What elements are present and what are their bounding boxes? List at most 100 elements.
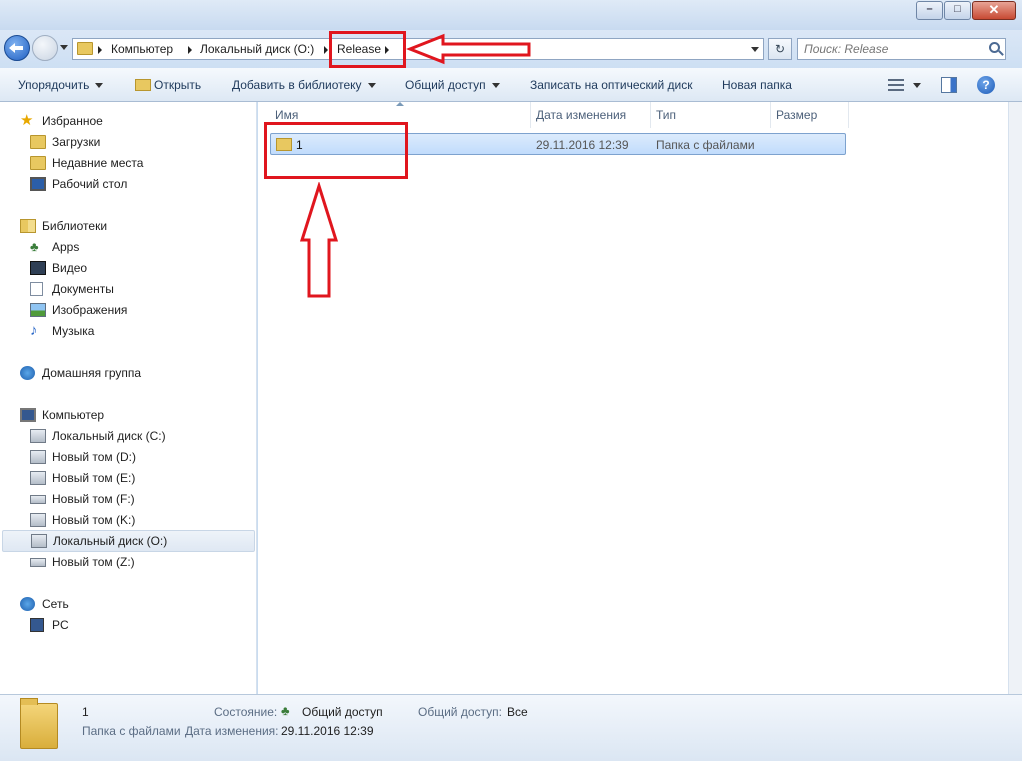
search-box[interactable] [797,38,1006,60]
nav-network[interactable]: Сеть [20,594,220,614]
folder-icon [77,42,93,55]
view-dropdown-icon[interactable] [913,83,921,88]
add-to-library-button[interactable]: Добавить в библиотеку [232,78,376,92]
chevron-down-icon [95,83,104,89]
nav-item-downloads[interactable]: Загрузки [30,132,230,152]
network-icon [20,597,35,611]
breadcrumb-drive-o[interactable]: Локальный диск (O:) [200,42,314,56]
column-header-size[interactable]: Размер [776,108,817,122]
vertical-scrollbar[interactable] [1008,102,1022,694]
search-input[interactable] [804,41,979,57]
minimize-button[interactable]: – [916,1,943,20]
details-date-value: 29.11.2016 12:39 [281,724,374,738]
nav-item-apps[interactable]: ♣ Apps [30,237,230,257]
details-share-value: Все [507,705,528,719]
help-icon[interactable]: ? [977,76,995,94]
open-folder-icon [135,79,151,91]
view-options-icon[interactable] [888,79,904,91]
nav-item-label: Локальный диск (C:) [52,429,166,443]
column-divider[interactable] [650,102,651,128]
documents-icon [30,282,43,296]
forward-button[interactable] [32,35,58,61]
column-header-name[interactable]: Имя [275,108,298,122]
pc-icon [30,618,44,632]
nav-libraries-label: Библиотеки [42,219,108,233]
pictures-icon [30,303,46,317]
nav-item-label: Новый том (F:) [52,492,135,506]
details-date-label: Дата изменения: [185,724,279,738]
recent-pages-dropdown-icon[interactable] [60,45,68,50]
star-icon: ★ [20,112,34,129]
removable-drive-icon [30,558,46,567]
chevron-down-icon [491,83,500,89]
chevron-right-icon[interactable] [98,46,102,54]
drive-icon [31,534,47,548]
nav-item-drive-d[interactable]: Новый том (D:) [30,447,230,467]
new-folder-button[interactable]: Новая папка [722,78,792,92]
homegroup-icon [20,366,35,380]
nav-item-label: Новый том (K:) [52,513,136,527]
nav-item-drive-c[interactable]: Локальный диск (C:) [30,426,230,446]
nav-item-label: Новый том (E:) [52,471,136,485]
nav-item-drive-z[interactable]: Новый том (Z:) [30,552,230,572]
nav-item-drive-e[interactable]: Новый том (E:) [30,468,230,488]
system-drive-icon [30,429,46,443]
nav-item-label: Видео [52,261,88,275]
chevron-right-icon[interactable] [188,46,192,54]
nav-favorites-label: Избранное [42,114,103,128]
burn-button[interactable]: Записать на оптический диск [530,78,693,92]
nav-item-label: Изображения [52,303,128,317]
burn-label: Записать на оптический диск [530,78,693,92]
folder-icon [20,698,58,749]
organize-label: Упорядочить [18,78,90,92]
back-button[interactable] [4,35,30,61]
breadcrumb-computer[interactable]: Компьютер [111,42,173,56]
column-divider[interactable] [848,102,849,128]
open-button[interactable]: Открыть [135,78,201,92]
annotation-box-release [329,31,406,68]
nav-item-documents[interactable]: Документы [30,279,230,299]
details-pane: 1 Папка с файлами Состояние: ♣ Общий дос… [0,694,1022,761]
details-share-label: Общий доступ: [418,705,502,719]
maximize-icon: □ [954,3,961,15]
file-list: Имя Дата изменения Тип Размер 1 29.11.20… [258,102,1008,694]
details-state-label: Состояние: [214,705,278,719]
nav-item-drive-o[interactable]: Локальный диск (O:) [2,530,255,552]
nav-item-music[interactable]: ♪ Музыка [30,321,230,341]
preview-pane-icon[interactable] [941,77,957,93]
chevron-right-icon[interactable] [324,46,328,54]
nav-item-label: Локальный диск (O:) [53,534,168,548]
column-divider[interactable] [530,102,531,128]
nav-computer[interactable]: Компьютер [20,405,220,425]
column-header-type[interactable]: Тип [656,108,676,122]
search-icon[interactable] [989,42,1000,53]
nav-item-video[interactable]: Видео [30,258,230,278]
file-date: 29.11.2016 12:39 [536,138,629,152]
nav-item-pc[interactable]: PC [30,615,230,635]
column-header-date[interactable]: Дата изменения [536,108,626,122]
nav-homegroup[interactable]: Домашняя группа [20,363,220,383]
nav-item-drive-k[interactable]: Новый том (K:) [30,510,230,530]
annotation-arrow-up-icon [299,182,339,298]
minimize-icon: – [926,3,933,15]
apps-library-icon: ♣ [30,239,39,254]
close-button[interactable]: ✕ [972,1,1016,20]
nav-item-recent-places[interactable]: Недавние места [30,153,230,173]
window-controls: – □ ✕ [915,1,1016,20]
share-label: Общий доступ [405,78,486,92]
nav-computer-label: Компьютер [42,408,105,422]
nav-item-desktop[interactable]: Рабочий стол [30,174,230,194]
drive-icon [30,450,46,464]
column-divider[interactable] [770,102,771,128]
nav-favorites[interactable]: ★ Избранное [20,111,220,131]
share-button[interactable]: Общий доступ [405,78,500,92]
refresh-icon: ↻ [774,42,786,56]
organize-button[interactable]: Упорядочить [18,78,104,92]
nav-item-pictures[interactable]: Изображения [30,300,230,320]
maximize-button[interactable]: □ [944,1,971,20]
nav-libraries[interactable]: Библиотеки [20,216,220,236]
shared-users-icon: ♣ [281,703,290,718]
nav-item-drive-f[interactable]: Новый том (F:) [30,489,230,509]
address-dropdown-icon[interactable] [751,47,759,52]
refresh-button[interactable]: ↻ [768,38,792,60]
